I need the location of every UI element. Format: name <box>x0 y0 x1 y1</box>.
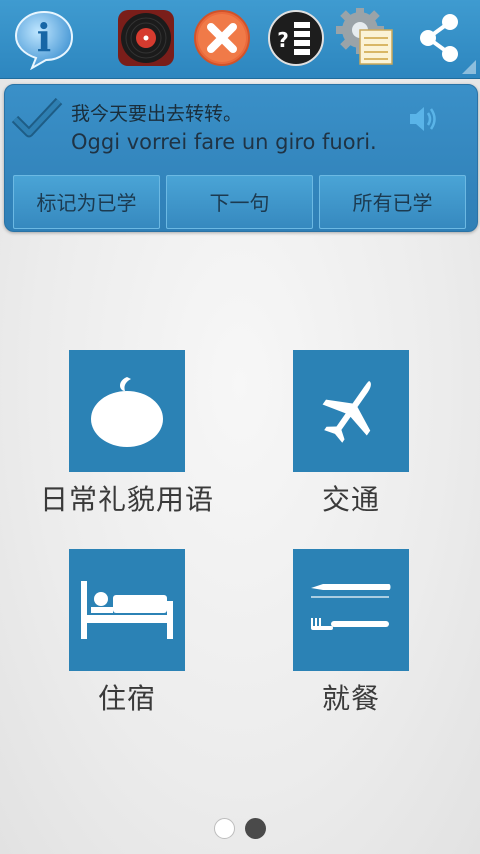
chinese-sentence: 我今天要出去转转。 <box>71 103 243 125</box>
page-indicator-dot[interactable] <box>214 818 235 839</box>
category-label: 就餐 <box>321 682 380 715</box>
category-tile[interactable] <box>69 350 185 472</box>
close-icon <box>194 10 250 66</box>
settings-button[interactable] <box>336 6 396 68</box>
info-glyph: i <box>37 15 51 60</box>
mark-learned-button[interactable]: 标记为已学 <box>13 175 160 229</box>
next-sentence-button[interactable]: 下一句 <box>166 175 313 229</box>
quiz-button[interactable]: ? <box>266 8 326 68</box>
close-button[interactable] <box>192 8 252 68</box>
category-daily-courtesy[interactable]: 日常礼貌用语 <box>27 350 227 518</box>
settings-list-icon <box>336 6 393 65</box>
category-label: 住宿 <box>97 682 156 715</box>
category-tile[interactable] <box>69 549 185 671</box>
category-label: 交通 <box>321 483 380 516</box>
category-dining[interactable]: 就餐 <box>251 549 451 717</box>
speech-bubble-icon <box>91 377 163 447</box>
quiz-icon: ? <box>268 10 324 66</box>
category-transport[interactable]: 交通 <box>251 350 451 518</box>
daily-sentence-card: 我今天要出去转转。 Oggi vorrei fare un giro fuori… <box>4 84 478 232</box>
category-accommodation[interactable]: 住宿 <box>27 549 227 717</box>
checkmark-icon <box>11 97 63 138</box>
vinyl-button[interactable] <box>116 8 176 68</box>
info-icon: i <box>14 10 74 71</box>
quiz-glyph: ? <box>277 28 289 52</box>
share-icon <box>420 14 458 62</box>
toolbar-overflow-indicator <box>462 60 476 74</box>
page-indicator-dot-active[interactable] <box>245 818 266 839</box>
airplane-icon <box>322 381 371 443</box>
speaker-icon[interactable] <box>407 103 441 135</box>
top-toolbar: i ? <box>0 0 480 79</box>
share-button[interactable] <box>410 8 470 68</box>
info-button[interactable]: i <box>14 8 74 71</box>
category-tile[interactable] <box>293 350 409 472</box>
bed-icon <box>81 581 173 639</box>
italian-sentence: Oggi vorrei fare un giro fuori. <box>71 130 377 154</box>
vinyl-record-icon <box>118 10 174 66</box>
category-label: 日常礼貌用语 <box>39 483 214 516</box>
knife-fork-icon <box>311 584 391 630</box>
all-learned-button[interactable]: 所有已学 <box>319 175 466 229</box>
category-tile[interactable] <box>293 549 409 671</box>
